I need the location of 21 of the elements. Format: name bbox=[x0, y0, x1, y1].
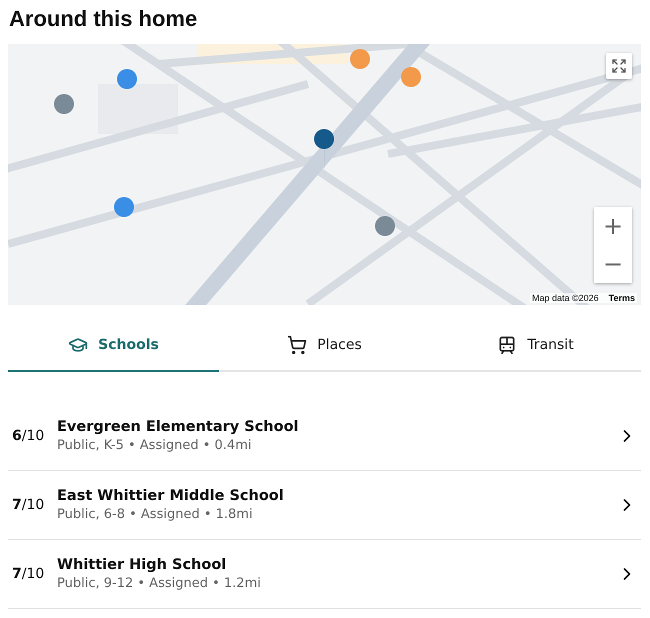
fullscreen-button[interactable] bbox=[606, 53, 632, 79]
zoom-in-button[interactable]: + bbox=[594, 207, 632, 245]
tab[interactable]: Transit bbox=[430, 320, 641, 372]
map-attribution: Map data ©2026 bbox=[532, 293, 599, 303]
school-details: Public, K-5 • Assigned • 0.4mi bbox=[57, 438, 252, 453]
tram-icon bbox=[497, 335, 518, 355]
section-title: Around this home bbox=[9, 6, 198, 32]
tab[interactable]: Places bbox=[219, 320, 430, 372]
zoom-out-button[interactable]: − bbox=[594, 245, 632, 283]
school-name: Whittier High School bbox=[57, 557, 228, 573]
terms-link[interactable]: Terms bbox=[608, 293, 635, 303]
cart-icon bbox=[287, 335, 308, 355]
tab[interactable]: Schools bbox=[8, 320, 219, 372]
expand-icon bbox=[611, 58, 627, 74]
school-name: Evergreen Elementary School bbox=[57, 419, 300, 435]
school-name: East Whittier Middle School bbox=[57, 488, 285, 504]
school-rating: 6/10 bbox=[12, 428, 46, 444]
school-details: Public, 9-12 • Assigned • 1.2mi bbox=[57, 576, 262, 591]
school-details: Public, 6-8 • Assigned • 1.8mi bbox=[57, 507, 254, 522]
school-rating: 7/10 bbox=[12, 497, 46, 513]
school-rating: 7/10 bbox=[12, 566, 46, 582]
